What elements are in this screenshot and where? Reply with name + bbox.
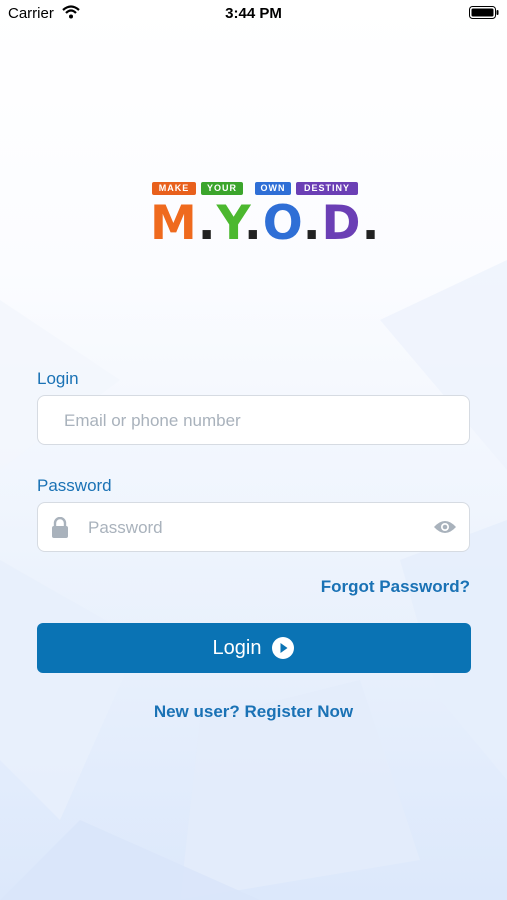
lock-icon xyxy=(52,517,68,538)
eye-icon[interactable] xyxy=(433,519,457,535)
password-input[interactable] xyxy=(86,503,420,553)
password-field xyxy=(37,502,470,553)
logo-tag-destiny: DESTINY xyxy=(296,182,358,195)
background-pattern xyxy=(0,260,507,900)
logo-tag-own: OWN xyxy=(255,182,291,195)
clock: 3:44 PM xyxy=(225,5,282,22)
logo-tag-your: YOUR xyxy=(201,182,243,195)
password-label: Password xyxy=(37,476,112,495)
register-link[interactable]: New user? Register Now xyxy=(0,702,507,722)
forgot-password-link[interactable]: Forgot Password? xyxy=(321,577,470,597)
arrow-right-circle-icon xyxy=(272,637,295,659)
login-button[interactable]: Login xyxy=(37,623,471,673)
login-button-label: Login xyxy=(212,636,262,659)
login-field xyxy=(37,395,470,446)
logo-wordmark: M.Y.O.D. xyxy=(150,196,381,251)
status-bar: Carrier 3:44 PM xyxy=(0,0,507,28)
battery-icon xyxy=(469,6,499,19)
logo-tag-make: MAKE xyxy=(152,182,196,195)
login-input[interactable] xyxy=(62,396,456,446)
login-label: Login xyxy=(37,369,79,388)
myod-logo: MAKE YOUR OWN DESTINY M.Y.O.D. xyxy=(150,182,381,251)
